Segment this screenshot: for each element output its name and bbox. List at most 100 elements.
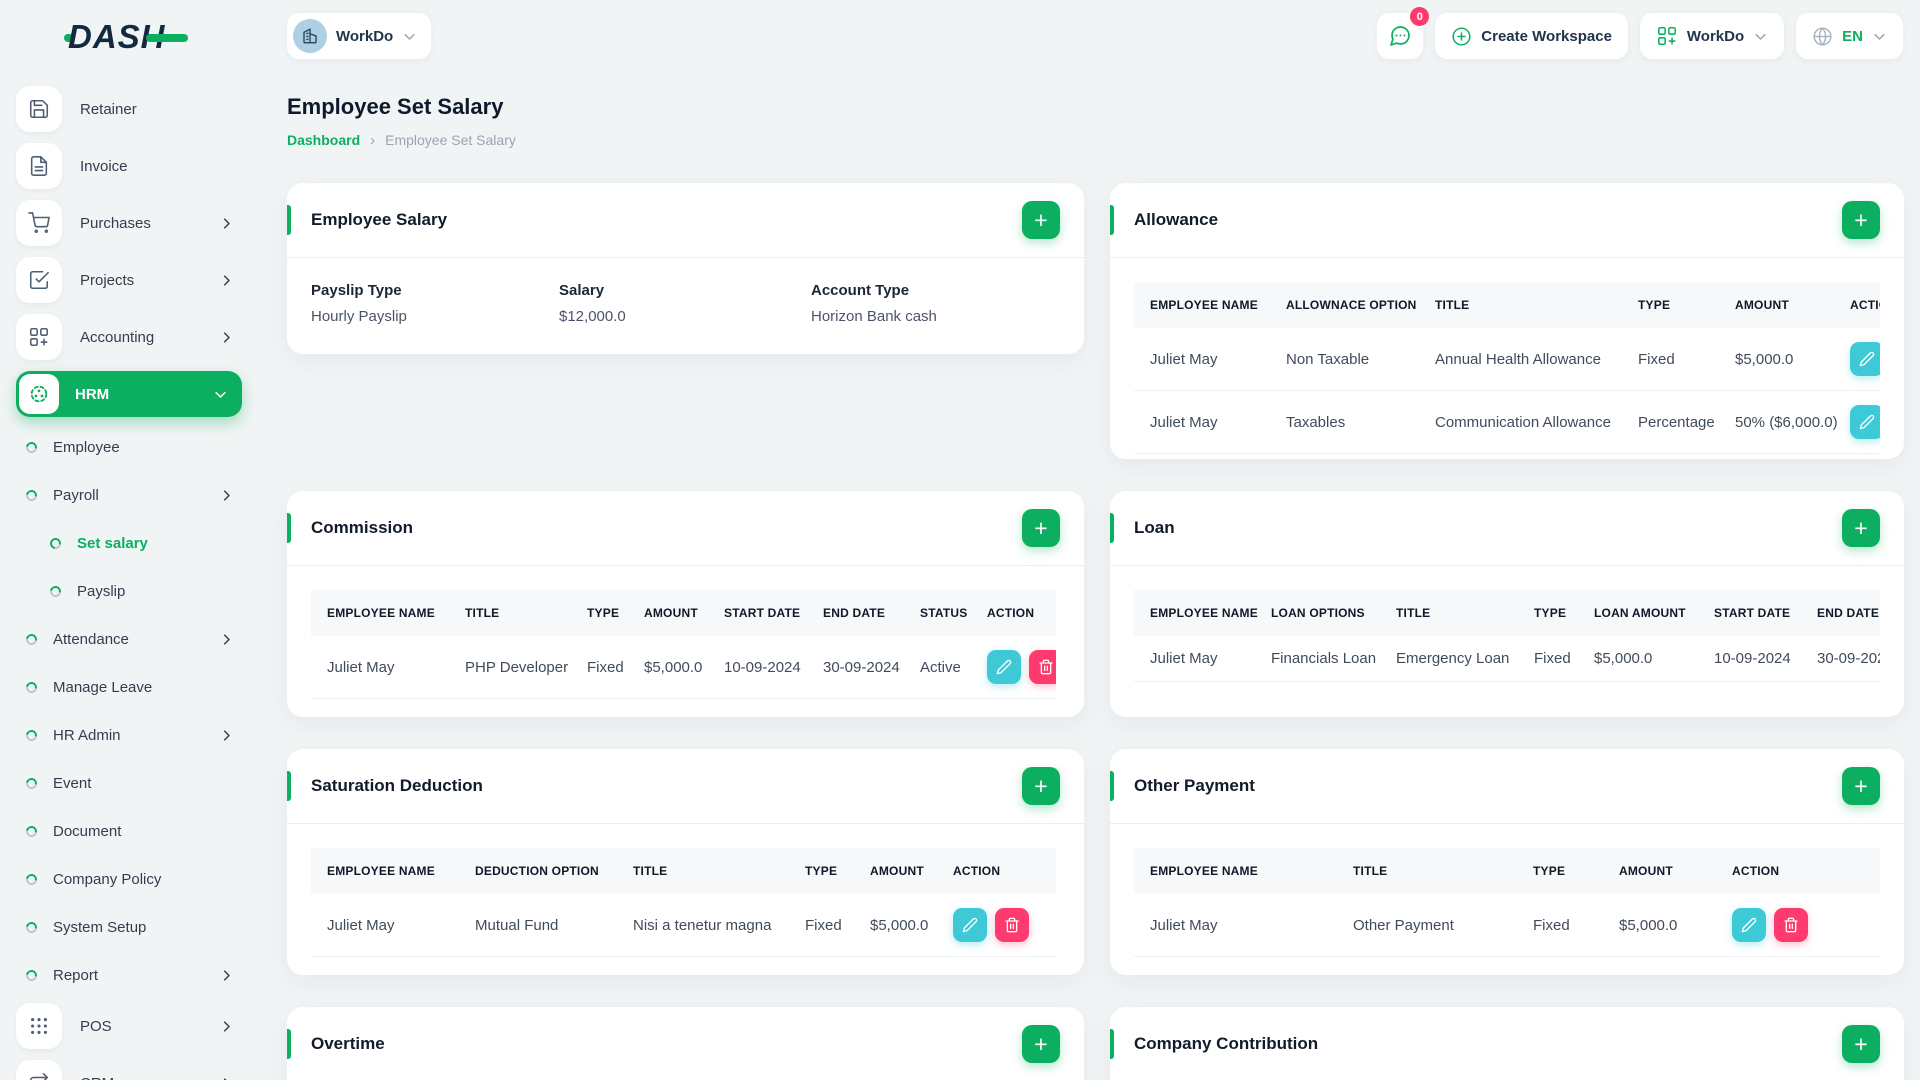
salary-field-salary: Salary $12,000.0 (559, 282, 811, 325)
edit-button[interactable] (953, 908, 987, 942)
sidebar-item-hr-admin[interactable]: HR Admin (16, 715, 242, 755)
card-body: EMPLOYEE NAME ALLOWNACE OPTION TITLE TYPE AM… (1110, 258, 1904, 459)
delete-button[interactable] (1774, 908, 1808, 942)
add-loan-button[interactable]: + (1842, 509, 1880, 547)
card-commission: Commission + EMPLOYEE NAME TITLE TYPE AMOUN… (287, 491, 1084, 717)
sidebar-item-projects[interactable]: Projects (16, 257, 242, 303)
add-saturation-deduction-button[interactable]: + (1022, 767, 1060, 805)
delete-button[interactable] (995, 908, 1029, 942)
card-header: Employee Salary + (287, 183, 1084, 258)
breadcrumb-link-dashboard[interactable]: Dashboard (287, 132, 360, 148)
sidebar-item-set-salary[interactable]: Set salary (16, 523, 242, 563)
column-header: START DATE (724, 606, 801, 620)
sidebar-item-accounting[interactable]: Accounting (16, 314, 242, 360)
edit-button[interactable] (1850, 405, 1880, 439)
sidebar-item-payslip[interactable]: Payslip (16, 571, 242, 611)
sidebar-item-event[interactable]: Event (16, 763, 242, 803)
bullet-icon (23, 823, 40, 839)
pencil-icon (962, 917, 978, 933)
top-right-actions: 0 Create Workspace WorkDo EN (1377, 7, 1903, 59)
sidebar-item-manage-leave[interactable]: Manage Leave (16, 667, 242, 707)
sidebar-item-invoice[interactable]: Invoice (16, 143, 242, 189)
globe-icon (1812, 26, 1833, 47)
create-workspace-button[interactable]: Create Workspace (1435, 13, 1628, 59)
chevron-right-icon (219, 968, 234, 983)
grid-plus-icon (1656, 25, 1678, 47)
table-cell: Emergency Loan (1384, 636, 1522, 682)
trash-icon (1004, 917, 1020, 933)
sidebar-item-company-policy[interactable]: Company Policy (16, 859, 242, 899)
pencil-icon (996, 659, 1012, 675)
column-header: END DATE (823, 606, 886, 620)
sidebar-item-attendance[interactable]: Attendance (16, 619, 242, 659)
cart-icon (16, 200, 62, 246)
sidebar-item-label: HR Admin (53, 726, 121, 744)
column-header: STATUS (920, 606, 968, 620)
plus-icon: + (1854, 772, 1868, 799)
salary-field-account-type: Account Type Horizon Bank cash (811, 282, 1060, 325)
edit-button[interactable] (1732, 908, 1766, 942)
sidebar-item-retainer[interactable]: Retainer (16, 86, 242, 132)
table-header-row: EMPLOYEE NAME TITLE TYPE AMOUNT START DATE EN… (311, 590, 1056, 636)
table-cell: Fixed (793, 894, 858, 957)
table-cell: Percentage (1626, 390, 1723, 454)
add-company-contribution-button[interactable]: + (1842, 1025, 1880, 1063)
sidebar-item-label: Accounting (80, 328, 155, 346)
column-header: TITLE (1435, 298, 1470, 312)
sidebar-item-payroll[interactable]: Payroll (16, 475, 242, 515)
column-header: TYPE (587, 606, 620, 620)
table-cell: $5,000.0 (1607, 894, 1720, 957)
sidebar-item-label: Event (53, 774, 92, 792)
edit-button[interactable] (987, 650, 1021, 684)
app-logo[interactable]: DASH (64, 18, 188, 56)
add-allowance-button[interactable]: + (1842, 201, 1880, 239)
sidebar-item-report[interactable]: Report (16, 955, 242, 995)
workspace-avatar (293, 19, 327, 53)
create-workspace-label: Create Workspace (1481, 27, 1612, 45)
card-loan: Loan + EMPLOYEE NAME LOAN OPTIONS TITLE TYP… (1110, 491, 1904, 717)
card-company-contribution: Company Contribution + (1110, 1007, 1904, 1080)
plus-icon: + (1034, 514, 1048, 541)
delete-button[interactable] (1029, 650, 1056, 684)
add-other-payment-button[interactable]: + (1842, 767, 1880, 805)
sidebar-item-employee[interactable]: Employee (16, 427, 242, 467)
chevron-right-icon (219, 728, 234, 743)
sidebar-item-document[interactable]: Document (16, 811, 242, 851)
table-cell: Communication Allowance (1423, 390, 1626, 454)
table-cell: Juliet May (1134, 636, 1259, 682)
chat-button[interactable]: 0 (1377, 7, 1430, 59)
column-header: TITLE (1353, 864, 1388, 878)
sidebar-item-system-setup[interactable]: System Setup (16, 907, 242, 947)
workspace-switcher[interactable]: WorkDo (287, 13, 432, 59)
language-label: EN (1842, 27, 1863, 45)
sidebar-item-purchases[interactable]: Purchases (16, 200, 242, 246)
add-overtime-button[interactable]: + (1022, 1025, 1060, 1063)
sidebar-item-hrm[interactable]: HRM (16, 371, 242, 417)
language-button[interactable]: EN (1796, 13, 1903, 59)
row-actions (953, 908, 1044, 942)
add-commission-button[interactable]: + (1022, 509, 1060, 547)
bullet-icon (23, 439, 40, 455)
cards-grid: Employee Salary + Payslip Type Hourly Pay… (287, 183, 1904, 1080)
column-header: ACTION (1732, 864, 1780, 878)
workdo-menu-button[interactable]: WorkDo (1639, 13, 1785, 59)
workdo-menu-label: WorkDo (1686, 27, 1745, 45)
card-title: Commission (311, 518, 414, 537)
breadcrumb-current: Employee Set Salary (385, 132, 516, 148)
pencil-icon (1741, 917, 1757, 933)
plus-icon: + (1034, 1030, 1048, 1057)
edit-button[interactable] (1850, 342, 1880, 376)
sidebar-item-pos[interactable]: POS (16, 1003, 242, 1049)
add-employee-salary-button[interactable]: + (1022, 201, 1060, 239)
column-header: END DATE (1817, 606, 1880, 620)
column-header: LOAN AMOUNT (1594, 606, 1686, 620)
sidebar-item-crm[interactable]: CRM (16, 1060, 242, 1080)
card-body: Payslip Type Hourly Payslip Salary $12,000.… (287, 258, 1084, 349)
chat-icon (1388, 24, 1412, 48)
salary-field-payslip-type: Payslip Type Hourly Payslip (311, 282, 559, 325)
column-header: TITLE (1396, 606, 1431, 620)
card-title: Other Payment (1134, 776, 1255, 795)
column-header: EMPLOYEE NAME (327, 864, 435, 878)
card-body: EMPLOYEE NAME TITLE TYPE AMOUNT START DATE EN… (287, 566, 1084, 717)
chevron-down-icon (1753, 29, 1768, 44)
